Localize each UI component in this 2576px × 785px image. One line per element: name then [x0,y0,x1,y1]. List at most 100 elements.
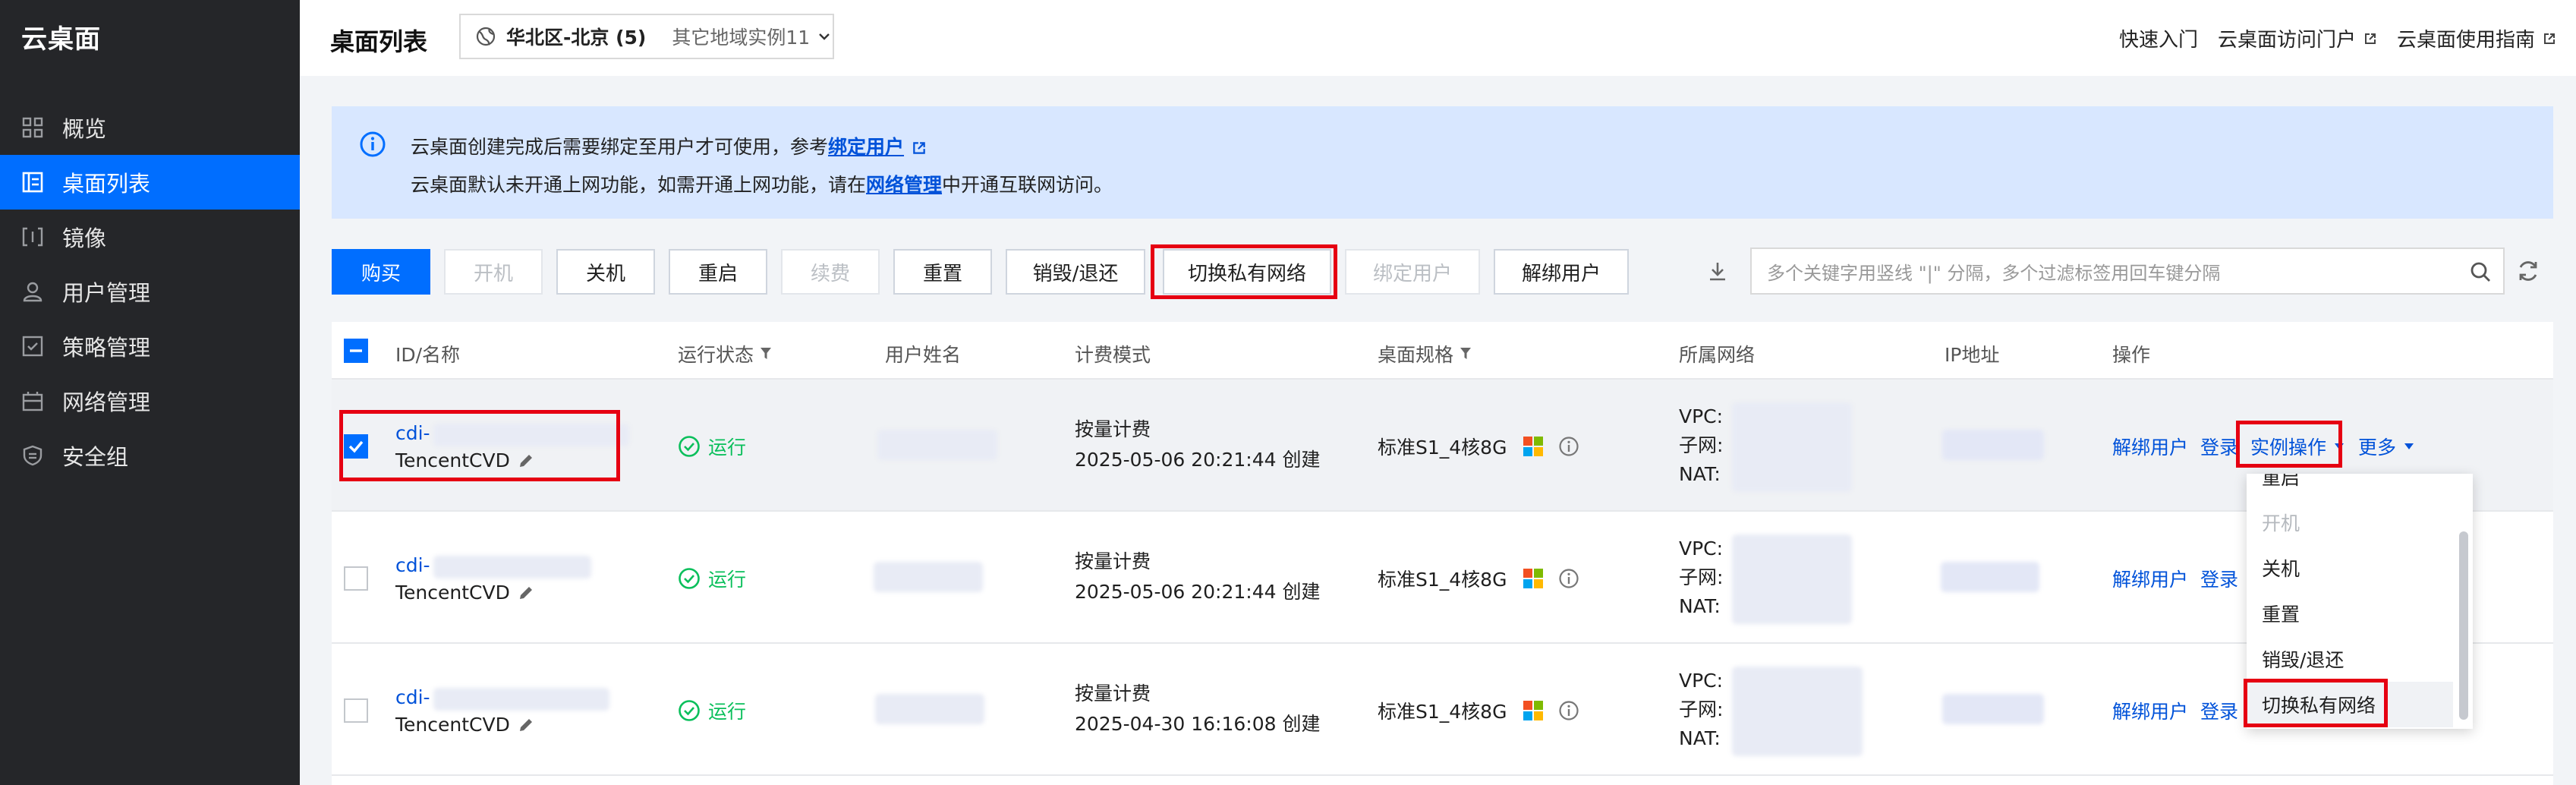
search-placeholder: 多个关键字用竖线 "|" 分隔，多个过滤标签用回车键分隔 [1767,262,2221,284]
desktop-spec: 标准S1_4核8G [1378,433,1579,460]
sidebar-item-overview[interactable]: 概览 [0,100,300,155]
info-icon[interactable] [1558,436,1579,457]
login-link[interactable]: 登录 [2200,565,2238,592]
highlight-box [2244,679,2388,727]
table-row[interactable]: cdi- TencentCVD 运行 按量计费 2025-05-06 20:21… [332,380,2553,512]
grid-icon [22,117,43,138]
login-link[interactable]: 登录 [2200,433,2238,460]
column-spec[interactable]: 桌面规格 [1378,340,1472,367]
select-all-checkbox[interactable] [344,339,368,363]
network-info: VPC: 子网: NAT: [1679,402,1723,489]
sidebar-item-label: 网络管理 [62,389,151,415]
user-guide-label: 云桌面使用指南 [2396,29,2535,52]
vpc-label: VPC: [1679,405,1724,427]
menu-scrollbar[interactable] [2459,531,2468,720]
spec-text: 标准S1_4核8G [1378,437,1507,459]
billing-info: 按量计费 2025-05-06 20:21:44 创建 [1075,547,1320,607]
sidebar-item-policy-management[interactable]: 策略管理 [0,319,300,374]
table-row[interactable]: cdi- TencentCVD 运行 按量计费 2025-05-06 20:21… [332,512,2553,644]
instance-id-link[interactable]: cdi- [395,686,430,708]
region-current: 华北区-北京 (5) [506,27,647,49]
top-header: 桌面列表 华北区-北京 (5) 其它地域实例11 快速入门 云桌面访问门户 云桌… [300,0,2576,76]
subnet-label: 子网: [1679,566,1724,588]
column-billing: 计费模式 [1075,344,1151,366]
brand-title: 云桌面 [21,24,101,55]
info-banner: 云桌面创建完成后需要绑定至用户才可使用，参考绑定用户 云桌面默认未开通上网功能，… [332,106,2553,219]
login-link[interactable]: 登录 [2200,697,2238,724]
unbind-user-link[interactable]: 解绑用户 [2112,433,2188,460]
column-id-name: ID/名称 [395,344,461,366]
sidebar-item-network-management[interactable]: 网络管理 [0,374,300,428]
row-checkbox[interactable] [344,698,368,723]
menu-item-power-on[interactable]: 开机 [2247,500,2453,545]
banner-line-2: 云桌面默认未开通上网功能，如需开通上网功能，请在网络管理中开通互联网访问。 [411,170,1113,197]
shield-icon [23,445,43,466]
banner-line-1-text: 云桌面创建完成后需要绑定至用户才可使用，参考 [411,136,829,158]
instance-name-text: TencentCVD [395,582,510,604]
info-icon[interactable] [1558,568,1579,589]
instance-id-link[interactable]: cdi- [395,554,430,576]
sidebar-item-security-group[interactable]: 安全组 [0,428,300,483]
redacted-ip [1942,430,2044,460]
download-icon[interactable] [1706,260,1729,282]
redacted-network [1732,667,1863,756]
row-checkbox[interactable] [344,566,368,591]
windows-icon [1523,437,1544,456]
instance-name: TencentCVD [395,714,534,736]
column-spec-label: 桌面规格 [1378,344,1454,366]
header-links: 快速入门 云桌面访问门户 云桌面使用指南 [2099,24,2556,52]
unbind-user-link[interactable]: 解绑用户 [2112,697,2188,724]
menu-item-reset[interactable]: 重置 [2247,591,2453,636]
edit-icon[interactable] [518,717,534,733]
nat-label: NAT: [1679,595,1721,617]
power-on-button[interactable]: 开机 [444,249,543,295]
restart-button[interactable]: 重启 [669,249,767,295]
status-running: 运行 [678,565,746,592]
sidebar-item-user-management[interactable]: 用户管理 [0,264,300,319]
menu-item-destroy[interactable]: 销毁/退还 [2247,636,2453,682]
search-input[interactable]: 多个关键字用竖线 "|" 分隔，多个过滤标签用回车键分隔 [1750,247,2505,295]
sidebar-item-desktop-list[interactable]: 桌面列表 [0,155,300,210]
unbind-user-button[interactable]: 解绑用户 [1494,249,1629,295]
bind-user-button[interactable]: 绑定用户 [1345,249,1480,295]
destroy-button[interactable]: 销毁/退还 [1006,249,1145,295]
quick-start-link[interactable]: 快速入门 [2119,24,2198,52]
table-row[interactable]: cdi- TencentCVD 运行 按量计费 2025-04-30 16:16… [332,644,2553,776]
refresh-icon[interactable] [2515,258,2541,284]
user-guide-link[interactable]: 云桌面使用指南 [2397,24,2556,52]
column-status[interactable]: 运行状态 [678,340,772,367]
access-portal-link[interactable]: 云桌面访问门户 [2218,24,2377,52]
filter-icon[interactable] [1460,347,1472,361]
menu-item-power-off[interactable]: 关机 [2247,545,2453,591]
info-icon[interactable] [1558,700,1579,721]
power-off-button[interactable]: 关机 [556,249,655,295]
buy-button[interactable]: 购买 [332,249,430,295]
external-link-icon [2364,33,2376,44]
sidebar-item-image[interactable]: 镜像 [0,210,300,264]
caret-down-icon [2404,443,2414,449]
menu-item-restart[interactable]: 重启 [2247,474,2453,500]
status-text: 运行 [708,701,747,723]
check-circle-icon [679,568,700,589]
unbind-user-link[interactable]: 解绑用户 [2112,565,2188,592]
reset-button[interactable]: 重置 [893,249,992,295]
nat-label: NAT: [1679,727,1721,749]
edit-icon[interactable] [518,585,534,601]
desktop-spec: 标准S1_4核8G [1378,697,1579,724]
highlight-box [339,410,620,481]
subnet-label: 子网: [1679,698,1724,720]
network-management-link[interactable]: 网络管理 [866,174,942,196]
more-link[interactable]: 更多 [2358,433,2396,460]
billing-mode: 按量计费 [1075,683,1151,705]
filter-icon[interactable] [760,347,772,361]
banner-line-1: 云桌面创建完成后需要绑定至用户才可使用，参考绑定用户 [411,132,927,159]
external-link-icon [2544,33,2555,44]
billing-info: 按量计费 2025-05-06 20:21:44 创建 [1075,415,1320,475]
redacted-ip [1942,694,2044,724]
row-actions: 解绑用户 登录 [2112,697,2250,724]
bind-user-link[interactable]: 绑定用户 [828,136,904,158]
page-title: 桌面列表 [330,27,428,56]
renew-button[interactable]: 续费 [781,249,880,295]
region-selector[interactable]: 华北区-北京 (5) 其它地域实例11 [459,14,834,59]
search-icon[interactable] [2468,260,2493,284]
